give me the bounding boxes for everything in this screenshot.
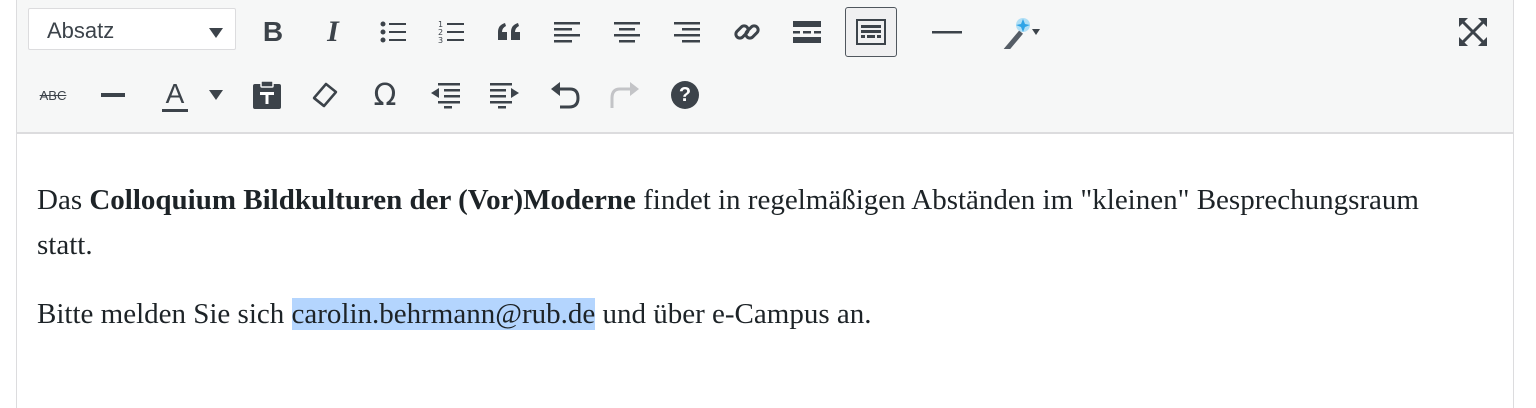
- clear-formatting-button[interactable]: [305, 73, 345, 117]
- editor-toolbar: Absatz B I 123 ABC A Ω ?: [17, 0, 1513, 134]
- special-character-icon: Ω: [373, 77, 397, 113]
- undo-button[interactable]: [545, 73, 585, 117]
- indent-icon: [490, 81, 520, 109]
- text-color-button[interactable]: A: [151, 73, 199, 117]
- fullscreen-icon: [1458, 17, 1488, 47]
- outdent-icon: [430, 81, 460, 109]
- paste-as-text-button[interactable]: [247, 73, 287, 117]
- editor: Absatz B I 123 ABC A Ω ? Das Colloquium …: [16, 0, 1514, 408]
- align-left-button[interactable]: [547, 10, 587, 54]
- align-center-icon: [614, 20, 640, 44]
- svg-text:3: 3: [438, 36, 443, 45]
- align-left-icon: [554, 20, 580, 44]
- toolbar-toggle-button[interactable]: [845, 7, 897, 57]
- align-center-button[interactable]: [607, 10, 647, 54]
- align-right-icon: [674, 20, 700, 44]
- text-color-dropdown[interactable]: [205, 73, 227, 117]
- magic-wand-button[interactable]: [985, 10, 1055, 54]
- paragraph-text: und über e-Campus an.: [595, 298, 872, 330]
- format-select-value: Absatz: [47, 18, 115, 43]
- help-icon: ?: [671, 81, 699, 109]
- help-button[interactable]: ?: [665, 73, 705, 117]
- bold-text: Colloquium Bildkulturen der (Vor)Moderne: [89, 184, 636, 216]
- link-button[interactable]: [727, 10, 767, 54]
- undo-icon: [550, 81, 580, 109]
- bold-button[interactable]: B: [253, 10, 293, 54]
- magic-wand-icon: [999, 15, 1041, 49]
- redo-button[interactable]: [605, 73, 645, 117]
- editor-content[interactable]: Das Colloquium Bildkulturen der (Vor)Mod…: [37, 178, 1477, 361]
- numbered-list-button[interactable]: 123: [431, 10, 471, 54]
- bullet-list-icon: [380, 20, 406, 44]
- selected-email-text[interactable]: carolin.behrmann@rub.de: [291, 298, 596, 330]
- text-color-icon: A: [161, 78, 189, 112]
- paragraph-1: Das Colloquium Bildkulturen der (Vor)Mod…: [37, 178, 1477, 268]
- horizontal-line-button[interactable]: [93, 73, 133, 117]
- horizontal-line-icon: [101, 92, 125, 98]
- bold-icon: B: [262, 16, 284, 47]
- paragraph-text: Bitte melden Sie sich: [37, 298, 292, 330]
- horizontal-rule-icon: [932, 27, 962, 37]
- special-character-button[interactable]: Ω: [365, 73, 405, 117]
- bullet-list-button[interactable]: [373, 10, 413, 54]
- strikethrough-icon: ABC: [39, 87, 67, 103]
- redo-icon: [610, 81, 640, 109]
- paste-as-text-icon: [251, 80, 283, 110]
- paragraph-text: Das: [37, 184, 90, 216]
- read-more-button[interactable]: [787, 10, 827, 54]
- blockquote-icon: [496, 22, 522, 42]
- numbered-list-icon: 123: [438, 19, 464, 45]
- format-select[interactable]: Absatz: [28, 8, 236, 50]
- toolbar-toggle-icon: [856, 19, 886, 45]
- clear-formatting-icon: [310, 80, 340, 110]
- fullscreen-button[interactable]: [1453, 10, 1493, 54]
- chevron-down-icon: [209, 90, 223, 100]
- blockquote-button[interactable]: [489, 10, 529, 54]
- italic-icon: I: [327, 15, 339, 48]
- chevron-down-icon: [209, 25, 223, 43]
- italic-button[interactable]: I: [313, 10, 353, 54]
- read-more-icon: [793, 20, 821, 44]
- horizontal-rule-button[interactable]: [927, 10, 967, 54]
- outdent-button[interactable]: [425, 73, 465, 117]
- indent-button[interactable]: [485, 73, 525, 117]
- paragraph-2: Bitte melden Sie sich carolin.behrmann@r…: [37, 292, 1477, 337]
- align-right-button[interactable]: [667, 10, 707, 54]
- strikethrough-button[interactable]: ABC: [33, 73, 73, 117]
- link-icon: [732, 17, 762, 47]
